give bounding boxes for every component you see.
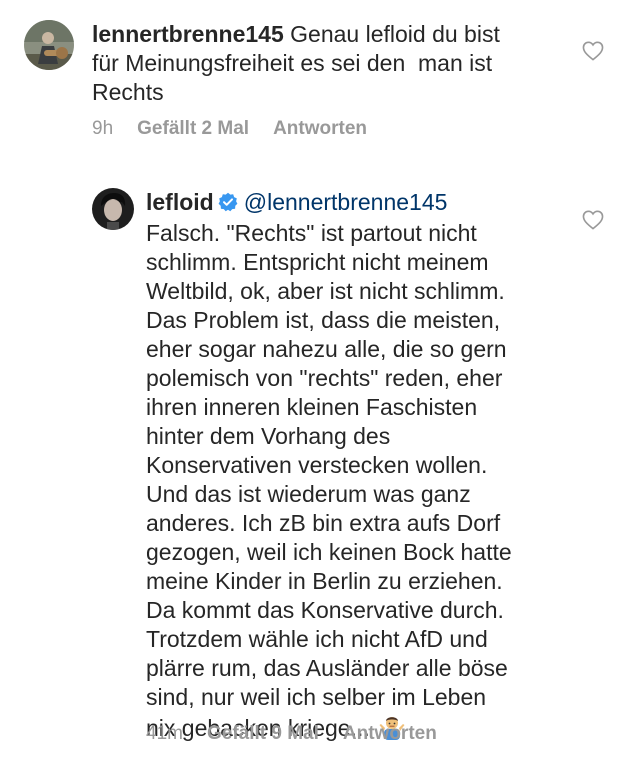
like-heart-icon[interactable]	[582, 210, 604, 235]
comment-text: lefloid @lennertbrenne145 Falsch. "Rechts…	[146, 188, 586, 747]
likes-count[interactable]: Gefällt 9 Mal	[207, 723, 319, 745]
mention-link[interactable]: @lennertbrenne145	[244, 189, 448, 215]
comment-reply: lefloid @lennertbrenne145 Falsch. "Rechts…	[0, 0, 640, 783]
avatar[interactable]	[92, 188, 134, 230]
comment-body: Falsch. "Rechts" ist partout nicht schli…	[146, 220, 512, 741]
verified-badge-icon	[218, 190, 238, 219]
username[interactable]: lefloid	[146, 189, 214, 215]
timestamp: 41m	[146, 723, 183, 744]
reply-button[interactable]: Antworten	[343, 723, 437, 745]
comment-meta: 41m Gefällt 9 Mal Antworten	[146, 723, 437, 745]
